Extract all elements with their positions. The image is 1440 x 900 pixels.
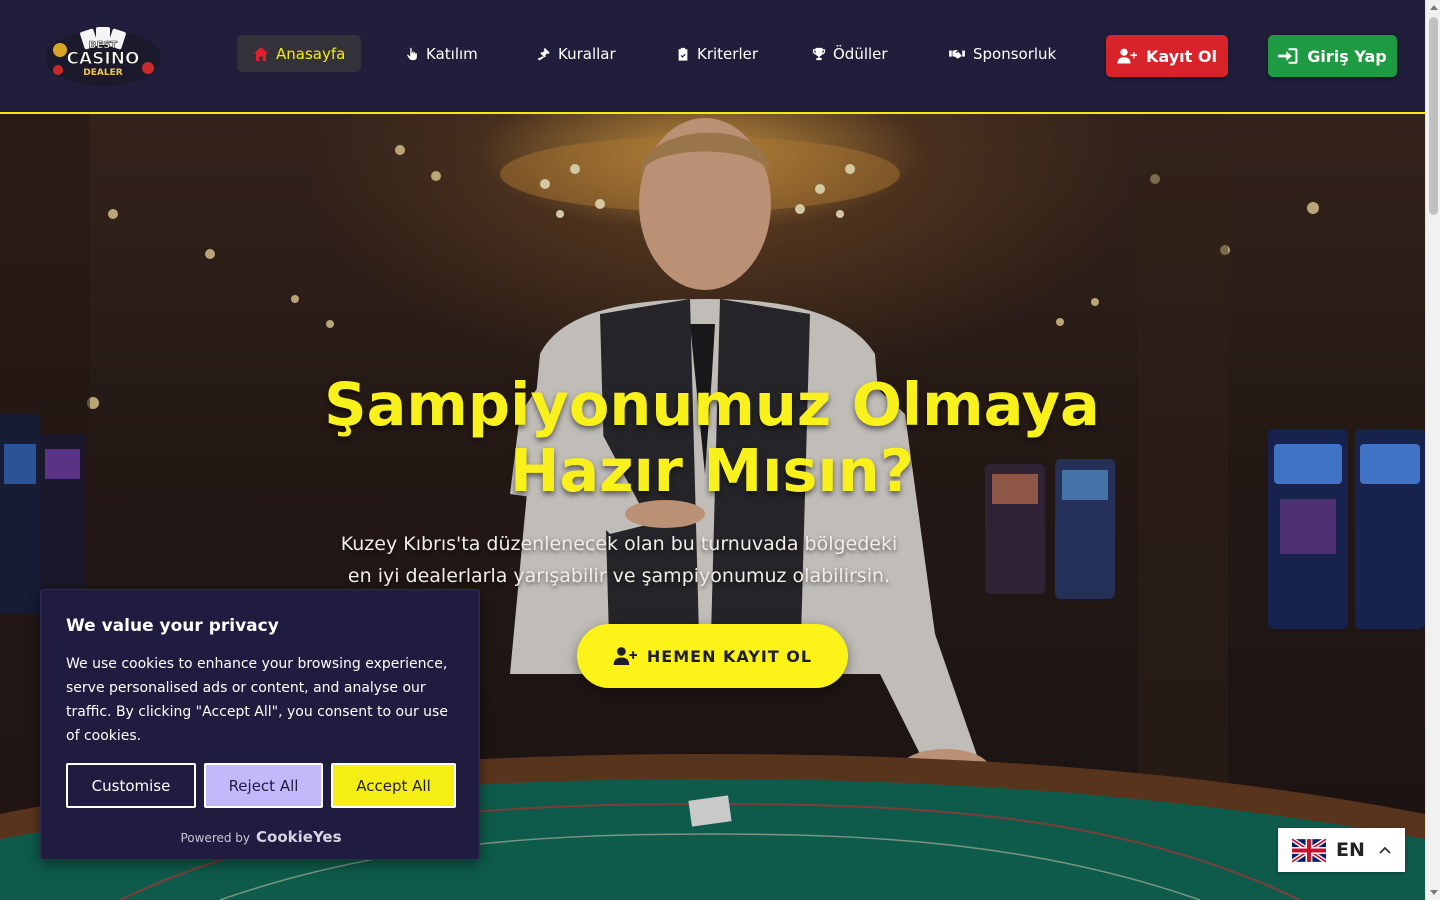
nav-item-kurallar[interactable]: Kurallar — [537, 35, 616, 73]
logo-text-dealer: DEALER — [83, 68, 122, 78]
register-now-label: HEMEN KAYIT OL — [646, 646, 813, 666]
nav-item-label: Ödüller — [833, 45, 888, 63]
cookie-powered-by: Powered by CookieYes — [41, 828, 481, 846]
nav-item-label: Sponsorluk — [973, 45, 1057, 63]
user-plus-icon — [1117, 48, 1138, 64]
nav-item-label: Kurallar — [558, 45, 616, 63]
hero-title-line1: Şampiyonumuz Olmaya — [324, 370, 1100, 439]
user-plus-icon — [613, 647, 637, 665]
cookie-consent-banner: We value your privacy We use cookies to … — [40, 589, 480, 860]
home-icon — [254, 46, 268, 61]
handshake-icon — [949, 49, 965, 59]
register-button-label: Kayıt Ol — [1146, 46, 1217, 66]
scroll-down-arrow-icon[interactable] — [1430, 890, 1438, 895]
gavel-icon — [537, 47, 550, 61]
powered-by-text: Powered by — [180, 831, 251, 845]
customise-button[interactable]: Customise — [66, 763, 196, 808]
hero-subtitle-line2: en iyi dealerlarla yarışabilir ve şampiy… — [347, 565, 891, 587]
nav-item-oduller[interactable]: Ödüller — [812, 35, 888, 73]
sign-in-icon — [1278, 48, 1298, 64]
cookieyes-logo[interactable]: CookieYes — [256, 828, 342, 846]
uk-flag-icon — [1292, 837, 1326, 863]
accept-all-button[interactable]: Accept All — [331, 763, 456, 808]
logo[interactable]: BEST CASINO DEALER — [44, 24, 162, 88]
scroll-up-arrow-icon[interactable] — [1430, 5, 1438, 10]
page-scrollbar[interactable] — [1425, 0, 1440, 900]
login-button[interactable]: Giriş Yap — [1268, 35, 1397, 77]
register-now-button[interactable]: HEMEN KAYIT OL — [577, 624, 848, 688]
cookie-title: We value your privacy — [66, 616, 279, 636]
hero-subtitle: Kuzey Kıbrıs'ta düzenlenecek olan bu tur… — [312, 528, 926, 592]
clipboard-check-icon — [678, 47, 688, 61]
hero-title: Şampiyonumuz Olmaya Hazır Mısın? — [262, 372, 1162, 504]
register-button[interactable]: Kayıt Ol — [1106, 35, 1228, 77]
login-button-label: Giriş Yap — [1307, 46, 1387, 66]
nav-item-katilim[interactable]: Katılım — [405, 35, 478, 73]
reject-all-button[interactable]: Reject All — [204, 763, 323, 808]
language-code: EN — [1336, 839, 1365, 861]
nav-item-sponsorluk[interactable]: Sponsorluk — [948, 35, 1056, 73]
chevron-up-icon — [1379, 846, 1391, 854]
nav-item-label: Anasayfa — [276, 44, 346, 63]
site-header: BEST CASINO DEALER Anasayfa Katılım Kura… — [0, 0, 1425, 114]
logo-graphic: BEST CASINO DEALER — [45, 27, 161, 86]
trophy-icon — [812, 47, 826, 61]
nav-item-anasayfa[interactable]: Anasayfa — [237, 35, 362, 72]
nav-item-label: Kriterler — [697, 45, 759, 63]
hand-pointer-icon — [407, 47, 417, 61]
cookie-description: We use cookies to enhance your browsing … — [66, 656, 448, 744]
nav-item-label: Katılım — [426, 45, 478, 63]
scrollbar-thumb[interactable] — [1429, 17, 1438, 215]
hero-title-line2: Hazır Mısın? — [510, 436, 914, 505]
language-selector[interactable]: EN — [1278, 828, 1405, 872]
logo-text-casino: CASINO — [67, 49, 140, 69]
nav-item-kriterler[interactable]: Kriterler — [676, 35, 758, 73]
hero-subtitle-line1: Kuzey Kıbrıs'ta düzenlenecek olan bu tur… — [340, 533, 898, 555]
